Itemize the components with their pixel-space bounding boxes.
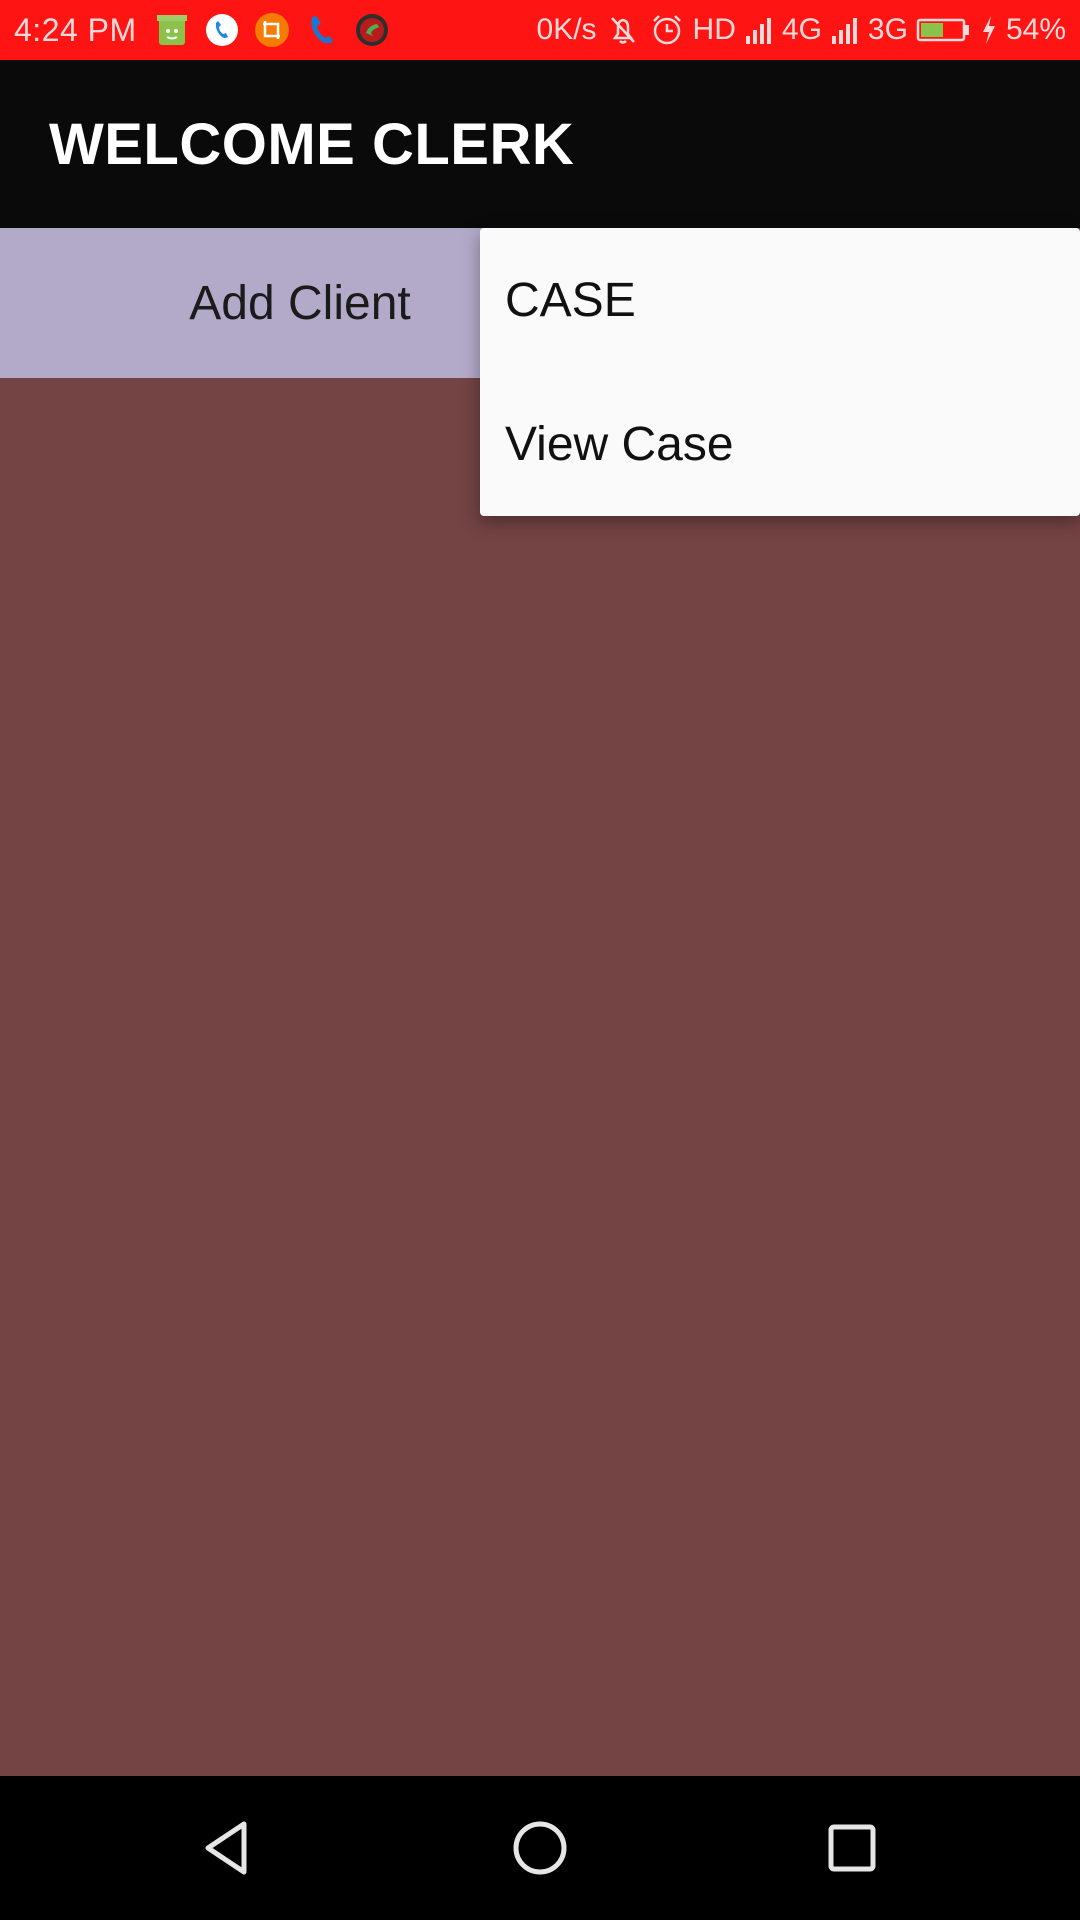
recents-button[interactable] [802, 1798, 902, 1898]
battery-icon [916, 12, 972, 48]
add-client-label: Add Client [189, 276, 411, 330]
back-button[interactable] [178, 1798, 278, 1898]
menu-item-case[interactable]: CASE [480, 228, 1080, 372]
app-bar: WELCOME CLERK [0, 60, 1080, 228]
menu-item-view-case[interactable]: View Case [480, 372, 1080, 516]
home-icon [513, 1821, 567, 1875]
phone-call-icon [203, 11, 241, 49]
network-4g-label: 4G [781, 13, 822, 46]
home-button[interactable] [490, 1798, 590, 1898]
page-title: WELCOME CLERK [49, 111, 575, 177]
alarm-icon [649, 12, 685, 48]
call-recorder-icon [353, 11, 391, 49]
status-bar: 4:24 PM 0K/s HD 4G 3G 54% [0, 0, 1080, 60]
battery-percent: 54% [1005, 13, 1066, 46]
status-indicators: 0K/s HD 4G 3G 54% [537, 12, 1066, 48]
popup-menu: CASE View Case [480, 228, 1080, 516]
navigation-bar [0, 1776, 1080, 1920]
network-speed: 0K/s [536, 13, 597, 46]
status-time: 4:24 PM [14, 11, 137, 48]
signal-icon [830, 12, 860, 48]
signal-icon [744, 12, 774, 48]
crop-app-icon [253, 11, 291, 49]
notification-icons [153, 11, 391, 49]
cleaner-app-icon [153, 11, 191, 49]
recents-icon [828, 1824, 876, 1872]
network-3g-label: 3G [867, 13, 908, 46]
charging-icon [980, 12, 998, 48]
phone-icon [303, 11, 341, 49]
notifications-muted-icon [605, 12, 641, 48]
hd-label: HD [692, 13, 736, 46]
back-icon [205, 1821, 247, 1875]
